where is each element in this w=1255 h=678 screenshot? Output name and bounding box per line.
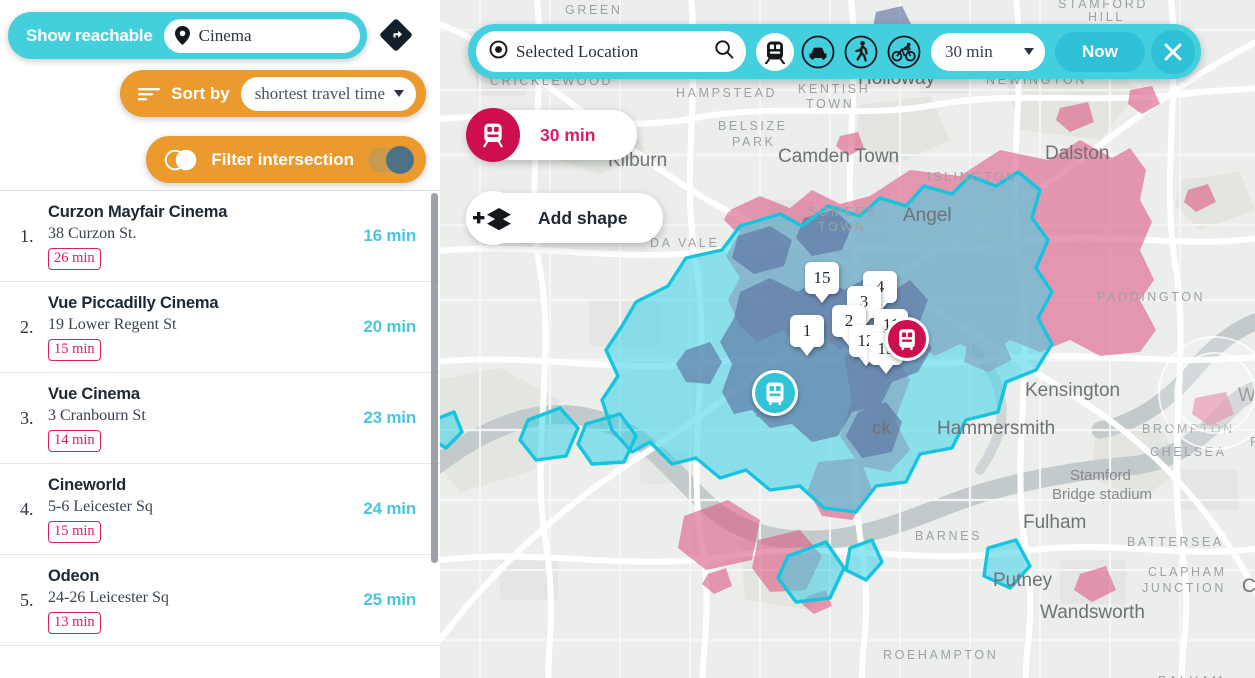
- result-name: Vue Cinema: [48, 385, 140, 404]
- poi-marker[interactable]: 15: [805, 262, 839, 303]
- result-address: 19 Lower Regent St: [48, 316, 177, 334]
- toggle-knob: [386, 145, 414, 174]
- train-icon: [483, 123, 503, 148]
- poi-search-value: Cinema: [198, 25, 252, 45]
- result-address: 3 Cranbourn St: [48, 407, 146, 425]
- add-shape-orb: [466, 191, 520, 245]
- result-total-time: 16 min: [363, 226, 416, 245]
- car-icon: [801, 35, 835, 68]
- result-info: Vue Piccadilly Cinema 19 Lower Regent St 1…: [48, 293, 363, 361]
- result-walk-badge: 15 min: [48, 520, 101, 543]
- train-icon: [766, 382, 784, 405]
- close-icon: [1164, 43, 1182, 60]
- destination-marker[interactable]: [885, 317, 929, 361]
- result-index: 2.: [20, 316, 34, 337]
- duration-select[interactable]: 30 min: [931, 32, 1045, 71]
- sidebar: Show reachable Cinema Sort by shortest t…: [0, 0, 440, 678]
- result-walk-badge: 14 min: [48, 429, 101, 452]
- add-layer-icon: [473, 208, 511, 231]
- poi-marker-label: 15: [805, 262, 839, 294]
- train-icon: [765, 41, 785, 64]
- walk-icon: [844, 35, 878, 68]
- result-name: Odeon: [48, 567, 100, 586]
- poi-marker[interactable]: 1: [790, 315, 824, 356]
- bicycle-icon: [887, 35, 921, 68]
- mode-train[interactable]: [756, 32, 794, 71]
- origin-location-marker[interactable]: [752, 370, 798, 416]
- add-shape-button[interactable]: Add shape: [466, 191, 664, 245]
- map-canvas[interactable]: GREEN STAMFORD HILL CRICKLEWOOD HAMPSTEAD KEN…: [440, 0, 1255, 678]
- mode-car[interactable]: [799, 33, 837, 71]
- sort-by-label: Sort by: [171, 83, 230, 103]
- poi-search-input[interactable]: Cinema: [163, 18, 360, 53]
- show-reachable-chip[interactable]: Show reachable Cinema: [8, 12, 367, 59]
- result-index: 1.: [20, 225, 34, 246]
- search-icon[interactable]: [714, 39, 734, 64]
- reachability-app: Show reachable Cinema Sort by shortest t…: [0, 0, 1255, 678]
- poi-marker-tail: [879, 365, 893, 374]
- result-row[interactable]: 3. Vue Cinema 3 Cranbourn St 14 min 23 min: [0, 373, 440, 464]
- result-name: Curzon Mayfair Cinema: [48, 203, 228, 222]
- poi-marker-tail: [815, 294, 829, 303]
- sort-lines-icon: [138, 86, 161, 102]
- show-reachable-label: Show reachable: [26, 25, 153, 45]
- transport-modes: [756, 32, 923, 71]
- add-shape-label: Add shape: [538, 207, 628, 228]
- result-row[interactable]: 2. Vue Piccadilly Cinema 19 Lower Regent S…: [0, 282, 440, 373]
- mode-bicycle[interactable]: [885, 33, 923, 71]
- result-walk-badge: 26 min: [48, 247, 101, 270]
- location-search-value: Selected Location: [516, 41, 639, 61]
- result-row[interactable]: 4. Cineworld 5-6 Leicester Sq 15 min 24 min: [0, 464, 440, 555]
- result-info: Vue Cinema 3 Cranbourn St 14 min: [48, 384, 363, 452]
- result-info: Odeon 24-26 Leicester Sq 13 min: [48, 566, 363, 634]
- result-total-time: 20 min: [363, 317, 416, 336]
- result-row[interactable]: 1. Curzon Mayfair Cinema 38 Curzon St. 26 m…: [0, 191, 440, 282]
- result-address: 38 Curzon St.: [48, 225, 137, 243]
- result-info: Cineworld 5-6 Leicester Sq 15 min: [48, 475, 363, 543]
- mode-walk[interactable]: [842, 33, 880, 71]
- filter-intersection-chip[interactable]: Filter intersection: [146, 136, 426, 183]
- now-button[interactable]: Now: [1055, 31, 1145, 72]
- train-icon: [899, 329, 915, 351]
- result-total-time: 25 min: [363, 590, 416, 609]
- filter-intersection-toggle[interactable]: [368, 145, 414, 174]
- sidebar-controls: Show reachable Cinema Sort by shortest t…: [0, 0, 440, 190]
- results-list-container: 1. Curzon Mayfair Cinema 38 Curzon St. 26 m…: [0, 190, 440, 678]
- legend-orb: [466, 108, 520, 162]
- poi-marker-tail: [800, 347, 814, 356]
- venn-intersection-icon: [164, 149, 198, 171]
- result-row[interactable]: 5. Odeon 24-26 Leicester Sq 13 min 25 min: [0, 555, 440, 646]
- chevron-down-icon: [1024, 48, 1034, 55]
- location-search-input[interactable]: Selected Location: [476, 31, 746, 72]
- location-pin-icon: [174, 26, 190, 45]
- result-name: Vue Piccadilly Cinema: [48, 294, 219, 313]
- results-list: 1. Curzon Mayfair Cinema 38 Curzon St. 26 m…: [0, 191, 440, 646]
- sort-by-chip[interactable]: Sort by shortest travel time: [120, 70, 426, 117]
- filter-intersection-label: Filter intersection: [211, 149, 354, 169]
- results-scrollbar[interactable]: [431, 193, 438, 563]
- result-total-time: 23 min: [363, 408, 416, 427]
- close-search-button[interactable]: [1150, 29, 1195, 74]
- result-info: Curzon Mayfair Cinema 38 Curzon St. 26 min: [48, 202, 363, 270]
- result-address: 24-26 Leicester Sq: [48, 589, 169, 607]
- isochrone-legend-chip[interactable]: 30 min: [466, 108, 638, 162]
- duration-value: 30 min: [945, 41, 993, 61]
- legend-duration-label: 30 min: [540, 124, 596, 145]
- chevron-down-icon: [394, 90, 404, 97]
- now-button-label: Now: [1082, 41, 1118, 61]
- result-total-time: 24 min: [363, 499, 416, 518]
- result-index: 5.: [20, 589, 34, 610]
- result-index: 4.: [20, 498, 34, 519]
- result-walk-badge: 13 min: [48, 611, 101, 634]
- sort-by-value: shortest travel time: [254, 83, 385, 103]
- target-crosshair-icon: [489, 40, 508, 64]
- poi-marker-label: 1: [790, 315, 824, 347]
- directions-arrow-icon[interactable]: [373, 12, 419, 58]
- sort-by-select[interactable]: shortest travel time: [240, 76, 416, 111]
- result-name: Cineworld: [48, 476, 126, 495]
- result-index: 3.: [20, 407, 34, 428]
- result-address: 5-6 Leicester Sq: [48, 498, 153, 516]
- map-search-bar: Selected Location 30 min Now: [468, 24, 1201, 79]
- result-walk-badge: 15 min: [48, 338, 101, 361]
